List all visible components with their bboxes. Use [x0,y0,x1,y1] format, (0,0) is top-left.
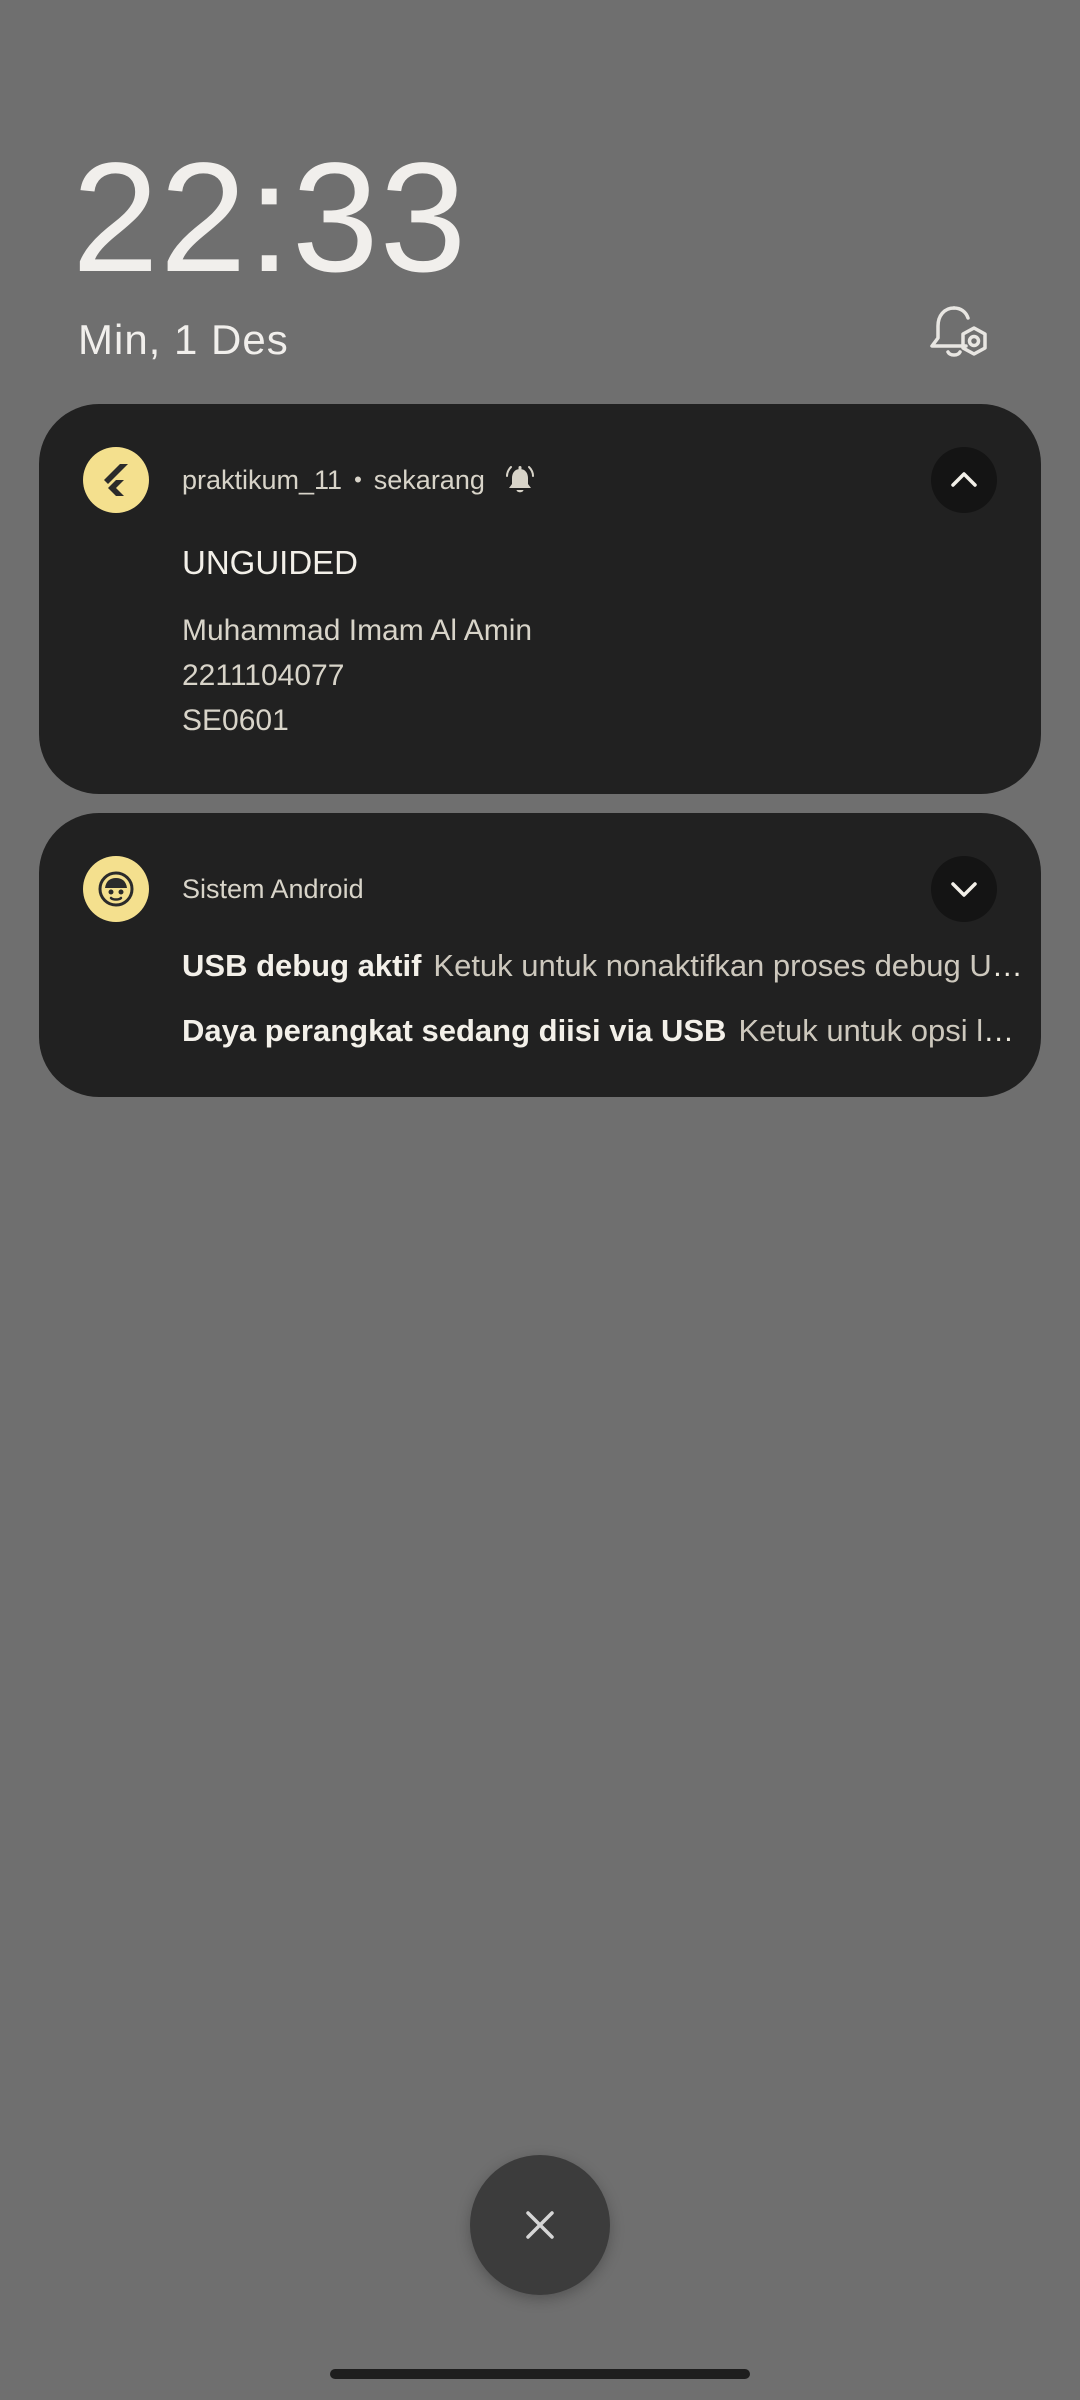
notification-card-system[interactable]: Sistem Android USB debug aktif Ketuk untu… [39,813,1041,1097]
app-name: praktikum_11 [182,464,343,495]
expand-button[interactable] [931,856,997,922]
notification-body: Muhammad Imam Al Amin 2211104077 SE0601 [182,608,532,743]
flutter-icon [83,447,149,513]
notification-header: praktikum_11 • sekarang [182,460,537,500]
app-name: Sistem Android [182,873,364,904]
header-separator: • [354,467,362,492]
system-notification-text: Ketuk untuk nonaktifkan proses debug USB [433,948,1028,983]
collapse-button[interactable] [931,447,997,513]
notification-settings-icon[interactable] [928,300,992,364]
system-notification-usb-charging[interactable]: Daya perangkat sedang diisi via USB Ketuk… [182,1013,1028,1049]
clear-all-button[interactable] [470,2155,610,2295]
notification-body-line: 2211104077 [182,659,345,692]
system-notification-text: Ketuk untuk opsi lainnya [738,1013,1028,1048]
notification-body-line: Muhammad Imam Al Amin [182,614,533,647]
system-notification-usb-debug[interactable]: USB debug aktif Ketuk untuk nonaktifkan p… [182,948,1028,984]
alerting-bell-icon [505,466,534,493]
notification-body-line: SE0601 [182,704,289,737]
close-icon [526,2211,554,2239]
gesture-nav-handle[interactable] [330,2369,750,2379]
notification-card-praktikum[interactable]: praktikum_11 • sekarang UNGUIDED Muhamma… [39,404,1041,794]
notification-time: sekarang [373,464,485,495]
system-notification-title: USB debug aktif [182,948,422,983]
chevron-down-icon [951,882,977,897]
notification-header: Sistem Android [182,869,364,909]
android-system-icon [83,856,149,922]
system-notification-title: Daya perangkat sedang diisi via USB [182,1013,727,1048]
lockscreen-clock: 22:33 [72,131,468,305]
notification-title: UNGUIDED [182,544,359,581]
lockscreen-date: Min, 1 Des [78,316,289,363]
chevron-up-icon [951,472,977,487]
